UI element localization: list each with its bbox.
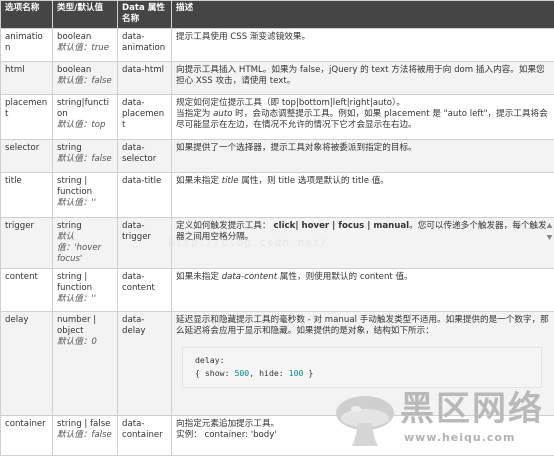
- code-example: delay: { show: 500, hide: 100 }: [182, 347, 542, 388]
- option-data-attribute: data-delay: [118, 312, 172, 416]
- logo-url: www.heiqu.com: [404, 431, 515, 444]
- mushroom-logo-icon: [334, 391, 396, 451]
- option-type: number | object默认值：0: [53, 312, 118, 416]
- option-default: 默认值：'': [57, 294, 96, 304]
- option-default: 默认值：'': [57, 198, 96, 208]
- option-name: html: [1, 62, 53, 95]
- header-option-name: 选项名称: [1, 1, 53, 29]
- option-data-attribute: data-title: [118, 173, 172, 218]
- option-description: 向提示工具插入 HTML。如果为 false，jQuery 的 text 方法将…: [172, 62, 554, 95]
- option-default: 默认值：0: [57, 337, 97, 347]
- option-default: 默认值：top: [57, 120, 105, 130]
- table-header-row: 选项名称 类型/默认值 Data 属性名称 描述: [1, 1, 554, 29]
- header-data-attribute: Data 属性名称: [118, 1, 172, 29]
- option-name: delay: [1, 312, 53, 416]
- option-name: selector: [1, 140, 53, 173]
- option-default: 默认值：false: [57, 154, 112, 164]
- header-type-default: 类型/默认值: [53, 1, 118, 29]
- option-description: 如果未指定 title 属性，则 title 选项是默认的 title 值。: [172, 173, 554, 218]
- option-data-attribute: data-container: [118, 416, 172, 456]
- option-default: 默认值：false: [57, 76, 112, 86]
- option-description: 规定如何定位提示工具（即 top|bottom|left|right|auto）…: [172, 95, 554, 140]
- table-row: html boolean默认值：false data-html 向提示工具插入 …: [1, 62, 554, 95]
- option-type: string | false默认值：false: [53, 416, 118, 456]
- option-default: 默认值：true: [57, 43, 109, 53]
- option-data-attribute: data-animation: [118, 29, 172, 62]
- option-description: 如果未指定 data-content 属性，则使用默认的 content 值。: [172, 269, 554, 312]
- option-data-attribute: data-placement: [118, 95, 172, 140]
- option-data-attribute: data-selector: [118, 140, 172, 173]
- option-type: string | function默认值：'': [53, 269, 118, 312]
- option-name: container: [1, 416, 53, 456]
- logo-name: 黑区网络: [400, 389, 544, 429]
- option-description: 提示工具使用 CSS 渐变滤镜效果。: [172, 29, 554, 62]
- option-type: string|function默认值：top: [53, 95, 118, 140]
- option-default: 默认值：false: [57, 430, 112, 440]
- option-name: title: [1, 173, 53, 218]
- option-data-attribute: data-trigger: [118, 218, 172, 269]
- watermark-text: http://blog.csdn.net/: [168, 236, 328, 249]
- option-type: string默认值：false: [53, 140, 118, 173]
- header-description: 描述: [172, 1, 554, 29]
- option-type: boolean默认值：true: [53, 29, 118, 62]
- table-row: placement string|function默认值：top data-pl…: [1, 95, 554, 140]
- table-row: title string | function默认值：'' data-title…: [1, 173, 554, 218]
- scroll-down-arrow-icon[interactable]: [546, 234, 553, 241]
- table-row: selector string默认值：false data-selector 如…: [1, 140, 554, 173]
- option-type: string默认值：'hover focus': [53, 218, 118, 269]
- table-row: animation boolean默认值：true data-animation…: [1, 29, 554, 62]
- option-type: string | function默认值：'': [53, 173, 118, 218]
- site-logo: 黑区网络 www.heiqu.com: [334, 389, 552, 453]
- option-data-attribute: data-content: [118, 269, 172, 312]
- option-name: trigger: [1, 218, 53, 269]
- option-name: placement: [1, 95, 53, 140]
- options-table: 选项名称 类型/默认值 Data 属性名称 描述 animation boole…: [0, 0, 554, 456]
- scroll-up-arrow-icon[interactable]: [546, 222, 553, 229]
- table-row: content string | function默认值：'' data-con…: [1, 269, 554, 312]
- option-type: boolean默认值：false: [53, 62, 118, 95]
- option-description: 如果提供了一个选择器，提示工具对象将被委派到指定的目标。: [172, 140, 554, 173]
- option-data-attribute: data-html: [118, 62, 172, 95]
- option-name: content: [1, 269, 53, 312]
- option-name: animation: [1, 29, 53, 62]
- option-default: 默认值：'hover focus': [57, 232, 101, 264]
